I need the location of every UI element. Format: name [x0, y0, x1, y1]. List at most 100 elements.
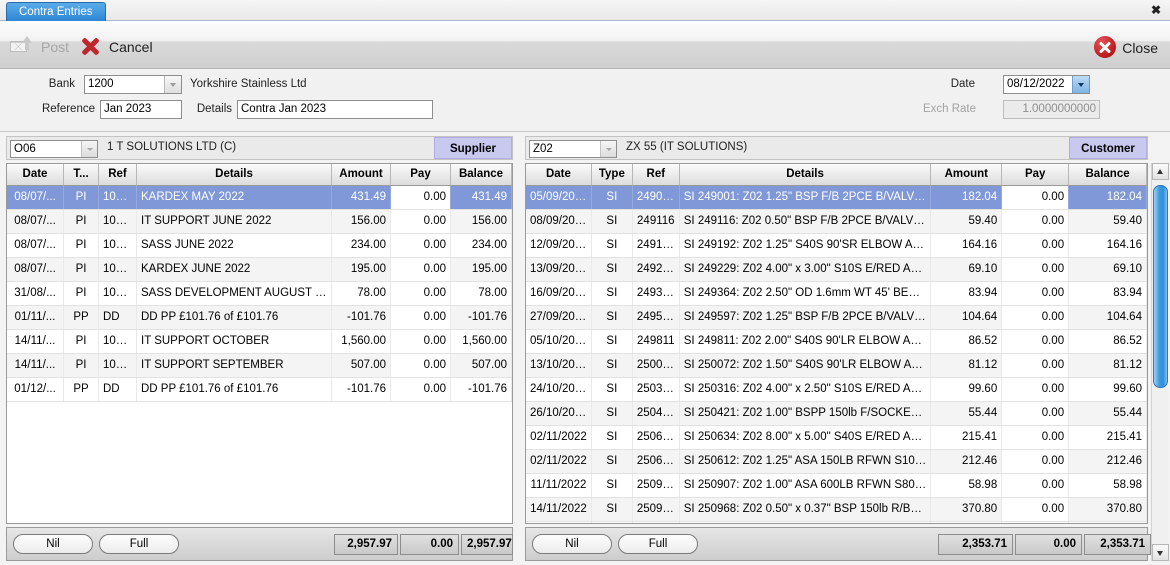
customer-column-header[interactable]: Balance — [1069, 164, 1147, 186]
customer-table-row[interactable]: 12/09/2022SI249192SI 249192: Z02 1.25" S… — [526, 234, 1147, 258]
supplier-cell-pay[interactable]: 0.00 — [391, 210, 451, 233]
bank-combo[interactable]: 1200 — [84, 75, 182, 94]
details-input[interactable]: Contra Jan 2023 — [237, 100, 433, 119]
customer-cell-details: SI 250072: Z02 1.50" S40S 90'LR ELBOW A4… — [680, 354, 932, 377]
customer-table-row[interactable]: 02/11/2022SI250612SI 250612: Z02 1.25" A… — [526, 450, 1147, 474]
supplier-table-row[interactable]: 08/07/...PI10543KARDEX MAY 2022431.490.0… — [7, 186, 512, 210]
supplier-cell-pay[interactable]: 0.00 — [391, 330, 451, 353]
supplier-table-row[interactable]: 08/07/...PI10546KARDEX JUNE 2022195.000.… — [7, 258, 512, 282]
customer-cell-pay[interactable]: 0.00 — [1002, 210, 1069, 233]
customer-cell-pay[interactable]: 0.00 — [1002, 234, 1069, 257]
customer-cell-amount: 81.12 — [931, 354, 1002, 377]
supplier-cell-pay[interactable]: 0.00 — [391, 234, 451, 257]
supplier-cell-type: PI — [64, 186, 99, 209]
supplier-table-row[interactable]: 01/11/...PPDDDD PP £101.76 of £101.76-10… — [7, 306, 512, 330]
supplier-table-row[interactable]: 14/11/...PI10588IT SUPPORT SEPTEMBER507.… — [7, 354, 512, 378]
supplier-nil-button[interactable]: Nil — [13, 534, 93, 554]
customer-cell-pay[interactable]: 0.00 — [1002, 450, 1069, 473]
supplier-cell-pay[interactable]: 0.00 — [391, 258, 451, 281]
supplier-table-row[interactable]: 31/08/...PI10559SASS DEVELOPMENT AUGUST … — [7, 282, 512, 306]
supplier-table-row[interactable]: 08/07/...PI10545SASS JUNE 2022234.000.00… — [7, 234, 512, 258]
reference-label: Reference — [10, 103, 95, 115]
post-button[interactable]: Post — [10, 33, 69, 59]
customer-table-row[interactable]: 24/10/2022SI250316SI 250316: Z02 4.00" x… — [526, 378, 1147, 402]
supplier-cell-pay[interactable]: 0.00 — [391, 282, 451, 305]
supplier-table-row[interactable]: 08/07/...PI10544IT SUPPORT JUNE 2022156.… — [7, 210, 512, 234]
supplier-cell-date: 14/11/... — [7, 330, 64, 353]
customer-table-row[interactable]: 05/10/2022SI249811SI 249811: Z02 2.00" S… — [526, 330, 1147, 354]
supplier-column-header[interactable]: Date — [7, 164, 64, 186]
customer-grid-body[interactable]: 05/09/2022SI249001SI 249001: Z02 1.25" B… — [526, 186, 1147, 523]
customer-column-header[interactable]: Pay — [1002, 164, 1069, 186]
supplier-column-header[interactable]: Ref — [99, 164, 137, 186]
customer-cell-pay[interactable]: 0.00 — [1002, 258, 1069, 281]
customer-cell-pay[interactable]: 0.00 — [1002, 402, 1069, 425]
supplier-table-row[interactable]: 01/12/...PPDDDD PP £101.76 of £101.76-10… — [7, 378, 512, 402]
supplier-column-header[interactable]: Details — [137, 164, 332, 186]
cancel-button[interactable]: Cancel — [78, 33, 153, 59]
supplier-account-combo[interactable]: O06 — [10, 140, 98, 158]
customer-table-row[interactable]: 05/09/2022SI249001SI 249001: Z02 1.25" B… — [526, 186, 1147, 210]
customer-column-header[interactable]: Type — [592, 164, 633, 186]
customer-cell-pay[interactable]: 0.00 — [1002, 522, 1069, 523]
customer-column-header[interactable]: Date — [526, 164, 592, 186]
calendar-dropdown-icon[interactable] — [1072, 76, 1089, 93]
customer-table-row[interactable]: 08/09/2022SI249116SI 249116: Z02 0.50" B… — [526, 210, 1147, 234]
customer-table-row[interactable]: 11/11/2022SI250907SI 250907: Z02 1.00" A… — [526, 474, 1147, 498]
customer-nil-button[interactable]: Nil — [532, 534, 612, 554]
customer-table-row[interactable]: 13/09/2022SI249229SI 249229: Z02 4.00" x… — [526, 258, 1147, 282]
supplier-total-balance: 2,957.97 — [461, 534, 513, 555]
chevron-down-icon[interactable] — [164, 76, 181, 93]
scroll-down-icon[interactable] — [1152, 544, 1169, 561]
customer-table-row[interactable]: 02/11/2022SI250634SI 250634: Z02 8.00" x… — [526, 426, 1147, 450]
customer-column-header[interactable]: Ref — [633, 164, 680, 186]
supplier-cell-pay[interactable]: 0.00 — [391, 186, 451, 209]
customer-cell-type: SI — [592, 330, 633, 353]
customer-cell-amount: 55.44 — [931, 402, 1002, 425]
customer-cell-pay[interactable]: 0.00 — [1002, 378, 1069, 401]
customer-cell-pay[interactable]: 0.00 — [1002, 474, 1069, 497]
supplier-cell-details: SASS JUNE 2022 — [137, 234, 332, 257]
supplier-full-button[interactable]: Full — [99, 534, 179, 554]
reference-input[interactable]: Jan 2023 — [100, 100, 182, 119]
supplier-table-row[interactable]: 14/11/...PI10589IT SUPPORT OCTOBER1,560.… — [7, 330, 512, 354]
supplier-cell-pay[interactable]: 0.00 — [391, 306, 451, 329]
supplier-cell-pay[interactable]: 0.00 — [391, 378, 451, 401]
supplier-column-header[interactable]: Amount — [332, 164, 391, 186]
customer-cell-pay[interactable]: 0.00 — [1002, 426, 1069, 449]
customer-cell-pay[interactable]: 0.00 — [1002, 282, 1069, 305]
customer-table-row[interactable]: 27/09/2022SI249597SI 249597: Z02 1.25" B… — [526, 306, 1147, 330]
customer-table-row[interactable]: 26/10/2022SI250421SI 250421: Z02 1.00" B… — [526, 402, 1147, 426]
close-button[interactable]: Close — [1094, 34, 1158, 60]
supplier-column-header[interactable]: Balance — [451, 164, 512, 186]
date-picker[interactable]: 08/12/2022 — [1003, 75, 1090, 94]
chevron-down-icon[interactable] — [600, 141, 616, 157]
customer-column-header[interactable]: Amount — [931, 164, 1002, 186]
customer-account-combo[interactable]: Z02 — [529, 140, 617, 158]
customer-cell-balance: 141.24 — [1069, 522, 1147, 523]
customer-full-button[interactable]: Full — [618, 534, 698, 554]
customer-table-row[interactable]: 14/11/2022SI250968SI 250968: Z02 0.50" x… — [526, 498, 1147, 522]
customer-grid-scrollbar[interactable] — [1151, 163, 1168, 561]
chevron-down-icon[interactable] — [81, 141, 97, 157]
date-label: Date — [930, 78, 975, 90]
customer-table-row[interactable]: 16/09/2022SI249364SI 249364: Z02 2.50" O… — [526, 282, 1147, 306]
customer-cell-pay[interactable]: 0.00 — [1002, 498, 1069, 521]
supplier-grid-body[interactable]: 08/07/...PI10543KARDEX MAY 2022431.490.0… — [7, 186, 512, 523]
tab-contra-entries[interactable]: Contra Entries — [6, 2, 106, 21]
scroll-up-icon[interactable] — [1152, 163, 1169, 180]
customer-table-row[interactable]: 18/11/2022SI251110SI 251110: Z02 8.00" x… — [526, 522, 1147, 523]
scrollbar-thumb[interactable] — [1153, 185, 1168, 388]
supplier-column-header[interactable]: T... — [64, 164, 99, 186]
customer-cell-pay[interactable]: 0.00 — [1002, 306, 1069, 329]
customer-cell-date: 14/11/2022 — [526, 498, 592, 521]
customer-cell-pay[interactable]: 0.00 — [1002, 354, 1069, 377]
customer-cell-balance: 212.46 — [1069, 450, 1147, 473]
customer-cell-pay[interactable]: 0.00 — [1002, 186, 1069, 209]
supplier-cell-pay[interactable]: 0.00 — [391, 354, 451, 377]
window-close-icon[interactable]: ✖ — [1149, 3, 1163, 17]
customer-column-header[interactable]: Details — [680, 164, 932, 186]
customer-table-row[interactable]: 13/10/2022SI250072SI 250072: Z02 1.50" S… — [526, 354, 1147, 378]
customer-cell-pay[interactable]: 0.00 — [1002, 330, 1069, 353]
supplier-column-header[interactable]: Pay — [391, 164, 451, 186]
